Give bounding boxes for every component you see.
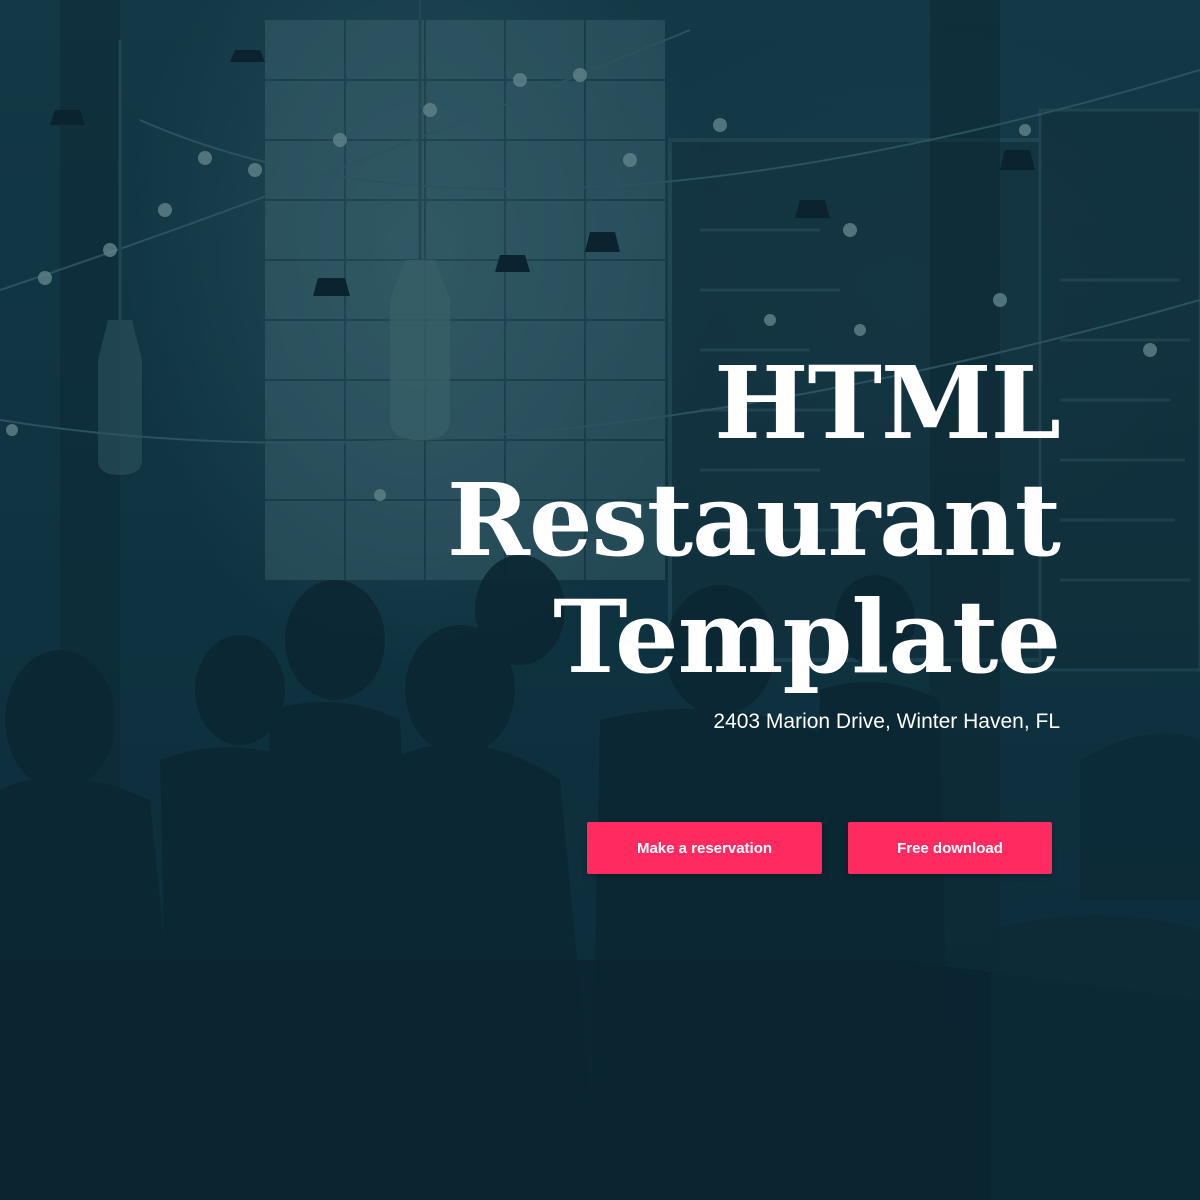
hero-content: HTML Restaurant Template 2403 Marion Dri… (300, 344, 1061, 734)
free-download-button[interactable]: Free download (848, 822, 1052, 874)
hero-title-line-3: Template (553, 578, 1061, 696)
restaurant-address: 2403 Marion Drive, Winter Haven, FL (713, 710, 1060, 733)
make-reservation-button[interactable]: Make a reservation (587, 822, 822, 874)
hero-title: HTML Restaurant Template (300, 344, 1061, 696)
hero-section: HTML Restaurant Template 2403 Marion Dri… (0, 0, 1200, 1200)
hero-actions: Make a reservation Free download (587, 822, 1052, 874)
hero-title-line-1: HTML (714, 344, 1061, 462)
hero-title-line-2: Restaurant (446, 461, 1061, 579)
